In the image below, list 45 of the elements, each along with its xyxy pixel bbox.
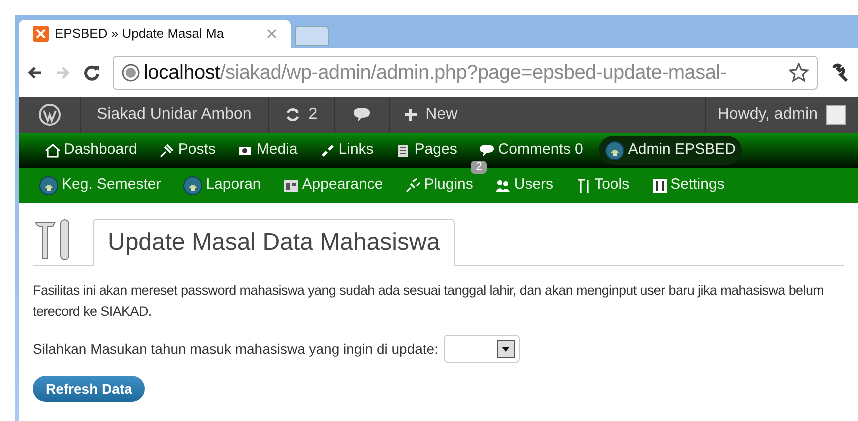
menu-item[interactable]: Links bbox=[314, 136, 380, 165]
avatar-icon bbox=[826, 105, 846, 125]
menu-item[interactable]: Keg. Semester bbox=[33, 171, 168, 200]
speech-bubble-icon bbox=[479, 142, 496, 158]
year-select[interactable] bbox=[444, 335, 520, 363]
menu-item[interactable]: Appearance bbox=[277, 171, 390, 200]
menu-item[interactable]: Dashboard bbox=[39, 136, 144, 165]
sliders-icon bbox=[652, 178, 668, 194]
menu-item[interactable]: Posts bbox=[153, 136, 222, 165]
tools-icon bbox=[576, 178, 592, 194]
menu-item[interactable]: Media bbox=[232, 136, 304, 165]
globe-icon bbox=[122, 64, 140, 82]
description-text: Fasilitas ini akan mereset password mahasiswa yang sudah ada sesuai tanggal lahir, dan akan menginput user baru jika mahasiswa belum terecord ke SIAKAD. bbox=[33, 282, 826, 321]
tab-title: EPSBED » Update Masal Ma bbox=[55, 25, 224, 44]
address-bar[interactable]: localhost/siakad/wp-admin/admin.php?page=epsbed-update-masal- bbox=[113, 56, 818, 90]
menu-item[interactable]: Pages bbox=[390, 136, 464, 165]
speech-bubble-icon bbox=[352, 107, 371, 123]
menu-item[interactable]: Settings bbox=[646, 171, 731, 200]
url-text: localhost/siakad/wp-admin/admin.php?page=epsbed-update-masal- bbox=[144, 60, 727, 86]
year-label: Silahkan Masukan tahun masuk mahasiswa yang ingin di update: bbox=[33, 340, 438, 359]
pin-icon bbox=[159, 142, 176, 158]
layout-icon bbox=[283, 178, 300, 194]
refresh-icon bbox=[284, 107, 301, 123]
house-icon bbox=[45, 142, 61, 158]
menu-item[interactable]: Admin EPSBED bbox=[599, 136, 742, 165]
emblem-icon bbox=[39, 176, 59, 196]
back-icon[interactable] bbox=[27, 64, 43, 80]
emblem-icon bbox=[605, 140, 626, 160]
new-link[interactable]: New bbox=[390, 97, 472, 133]
wrench-icon[interactable] bbox=[830, 62, 850, 82]
star-icon[interactable] bbox=[789, 62, 809, 82]
close-icon[interactable] bbox=[267, 29, 277, 39]
menu-item[interactable]: Laporan bbox=[177, 171, 268, 200]
menu-item[interactable]: Tools bbox=[570, 171, 636, 200]
page-title: Update Masal Data Mahasiswa bbox=[93, 219, 456, 266]
refresh-button[interactable]: Refresh Data bbox=[33, 376, 146, 402]
users-icon bbox=[495, 178, 512, 194]
browser-tab[interactable]: EPSBED » Update Masal Ma bbox=[19, 20, 291, 48]
wordpress-logo-icon[interactable] bbox=[38, 104, 60, 126]
reload-icon[interactable] bbox=[83, 64, 101, 82]
count-badge: 2 bbox=[471, 161, 488, 174]
app-logo-icon bbox=[33, 26, 49, 42]
emblem-icon bbox=[183, 176, 204, 196]
plus-icon bbox=[404, 108, 418, 122]
menu-item[interactable]: Users bbox=[489, 171, 560, 200]
